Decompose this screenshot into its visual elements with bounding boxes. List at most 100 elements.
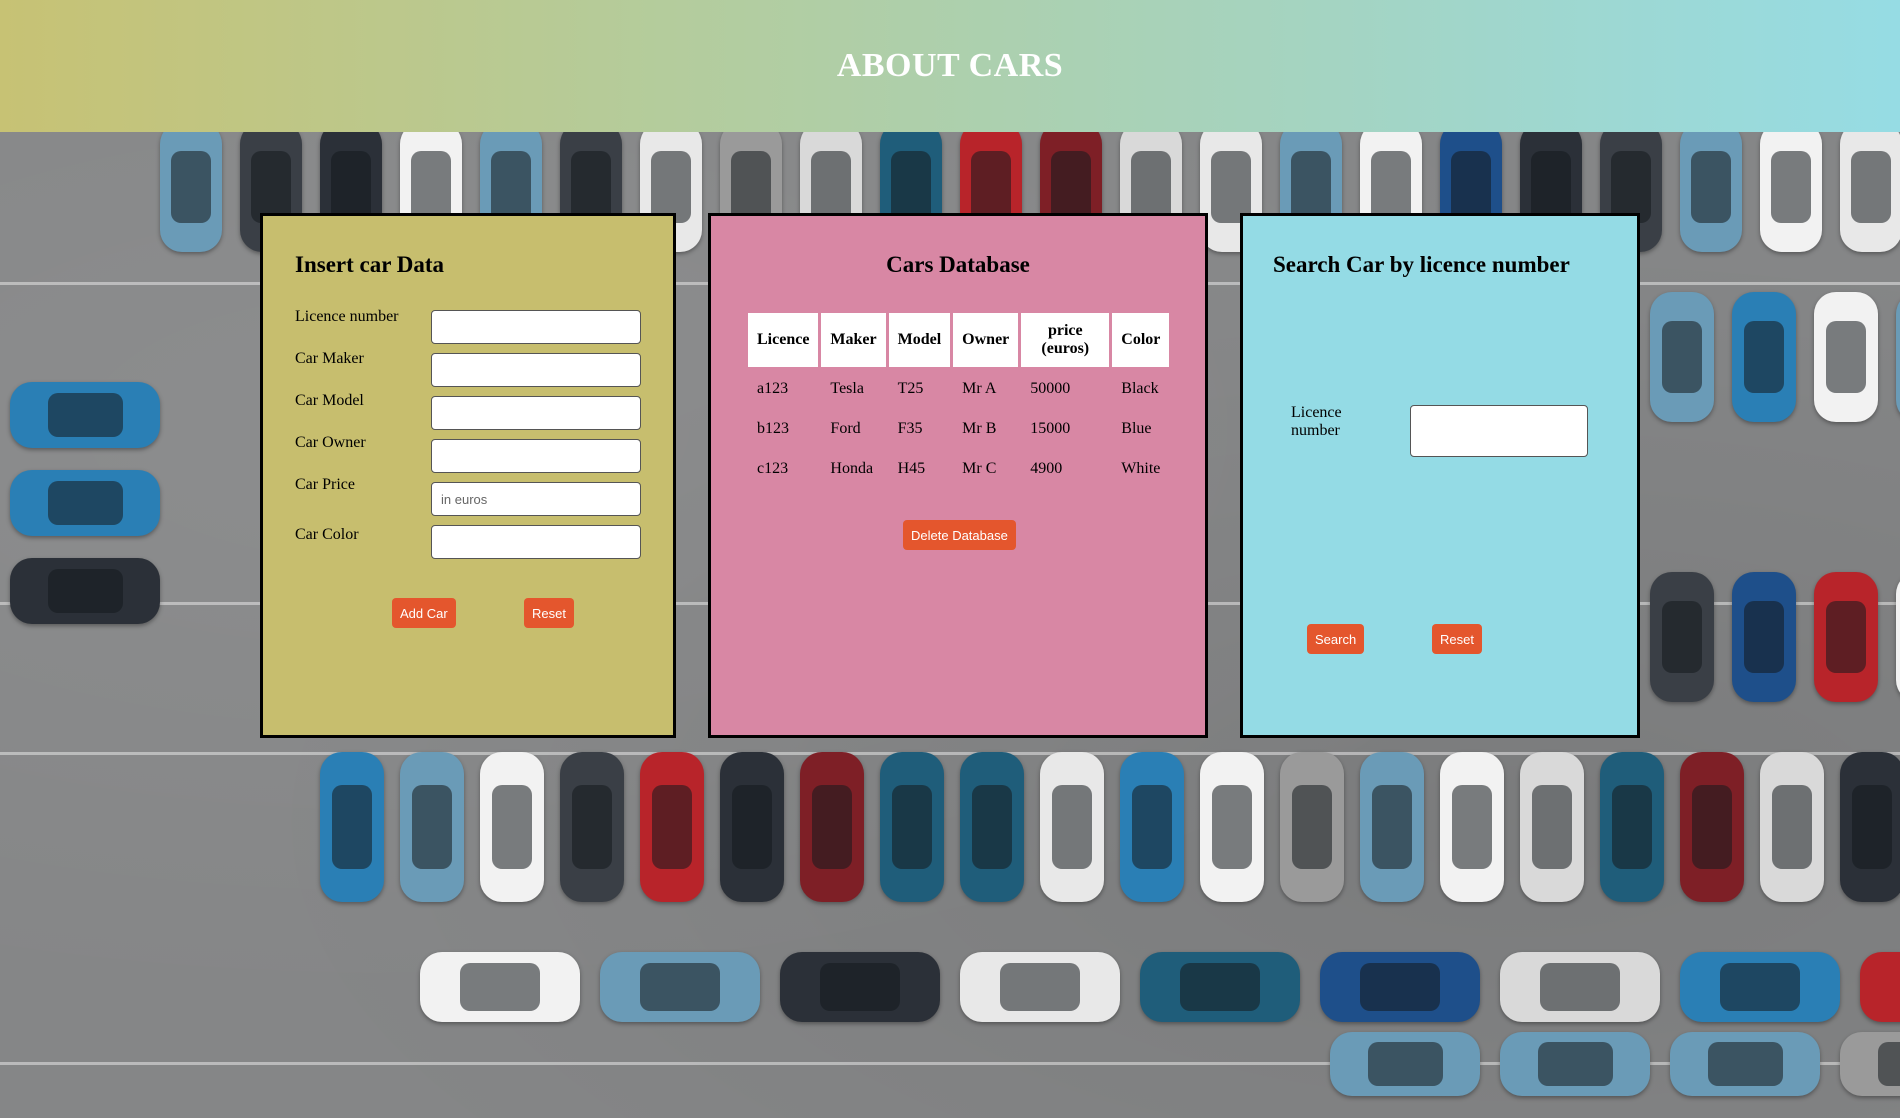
car-color-label: Car Color [295,526,359,543]
cell-licence: c123 [757,459,789,477]
parked-car [1440,752,1504,902]
parked-car [1814,292,1878,422]
cell-licence: b123 [757,419,789,437]
parked-car [420,952,580,1022]
parked-car [720,752,784,902]
table-header-row: Licence Maker Model Owner price (euros) … [748,313,1170,367]
parked-car [1680,752,1744,902]
delete-database-button[interactable]: Delete Database [903,520,1016,550]
cell-owner: Mr A [962,379,997,397]
parked-car [10,470,160,536]
cell-price: 15000 [1030,419,1071,437]
parked-car [1760,752,1824,902]
column-header-licence: Licence [748,313,819,367]
page-title: ABOUT CARS [836,47,1064,84]
cell-owner: Mr C [962,459,997,477]
parked-car [1600,752,1664,902]
search-reset-button[interactable]: Reset [1432,624,1482,654]
car-maker-label: Car Maker [295,350,364,367]
cell-licence: a123 [757,379,789,397]
parked-car [1650,572,1714,702]
parked-car [1896,292,1900,422]
cell-model: H45 [897,459,926,477]
parked-car [1840,752,1900,902]
app-root: ABOUT CARS Insert car Data Licence numbe… [0,0,1900,1118]
search-button[interactable]: Search [1307,624,1365,654]
parked-car [1680,132,1742,252]
parked-car [1040,752,1104,902]
parked-car [1500,1032,1650,1096]
parked-car [1360,752,1424,902]
insert-reset-button[interactable]: Reset [524,598,574,628]
car-color-input[interactable] [431,525,641,559]
column-header-color: Color [1112,313,1170,367]
car-maker-input[interactable] [431,353,641,387]
car-price-input[interactable] [431,482,641,516]
table-row: a123 Tesla T25 Mr A 50000 Black [748,370,1169,407]
cell-model: T25 [897,379,924,397]
insert-car-panel: Insert car Data Licence number Car Maker… [260,213,676,738]
parked-car [320,752,384,902]
parked-car [1200,752,1264,902]
cars-table: Licence Maker Model Owner price (euros) … [745,310,1172,490]
search-panel-title: Search Car by licence number [1273,252,1570,277]
cell-color: Black [1121,379,1159,397]
parked-car [1680,952,1840,1022]
car-model-input[interactable] [431,396,641,430]
parked-car [800,752,864,902]
page-header: ABOUT CARS [0,0,1900,132]
add-car-button[interactable]: Add Car [392,598,456,628]
parked-car [1320,952,1480,1022]
column-header-owner: Owner [953,313,1019,367]
cell-maker: Ford [830,419,861,437]
parked-car [880,752,944,902]
column-header-maker: Maker [821,313,886,367]
parked-car [1520,752,1584,902]
search-licence-label: Licence number [1291,404,1342,439]
search-car-panel: Search Car by licence number Licence num… [1240,213,1640,738]
parked-car [1896,572,1900,702]
parked-car [1814,572,1878,702]
parked-car [780,952,940,1022]
parked-car [400,752,464,902]
parked-car [1860,952,1900,1022]
column-header-model: Model [888,313,951,367]
cell-model: F35 [897,419,923,437]
parked-car [960,952,1120,1022]
insert-panel-title: Insert car Data [295,252,445,277]
database-panel-title: Cars Database [886,252,1030,277]
parked-car [1840,132,1900,252]
column-header-price: price (euros) [1021,313,1110,367]
cell-maker: Honda [830,459,874,477]
parked-car [1330,1032,1480,1096]
parked-car [1650,292,1714,422]
parked-car [960,752,1024,902]
car-owner-input[interactable] [431,439,641,473]
parked-car [480,752,544,902]
parked-car [1140,952,1300,1022]
search-licence-input[interactable] [1410,405,1588,457]
cell-price: 50000 [1030,379,1071,397]
parked-car [1500,952,1660,1022]
parked-car [1732,572,1796,702]
cell-maker: Tesla [830,379,864,397]
car-price-label: Car Price [295,476,355,493]
parked-car [600,952,760,1022]
cell-color: White [1121,459,1161,477]
parked-car [640,752,704,902]
licence-number-input[interactable] [431,310,641,344]
parked-car [1732,292,1796,422]
cell-owner: Mr B [962,419,997,437]
parked-car [1670,1032,1820,1096]
parked-car [1120,752,1184,902]
car-owner-label: Car Owner [295,434,366,451]
parked-car [1840,1032,1900,1096]
car-model-label: Car Model [295,392,364,409]
parked-car [10,558,160,624]
parked-car [1760,132,1822,252]
parked-car [1280,752,1344,902]
cell-price: 4900 [1030,459,1063,477]
parked-car [10,382,160,448]
table-row: c123 Honda H45 Mr C 4900 White [748,450,1169,487]
cell-color: Blue [1121,419,1152,437]
